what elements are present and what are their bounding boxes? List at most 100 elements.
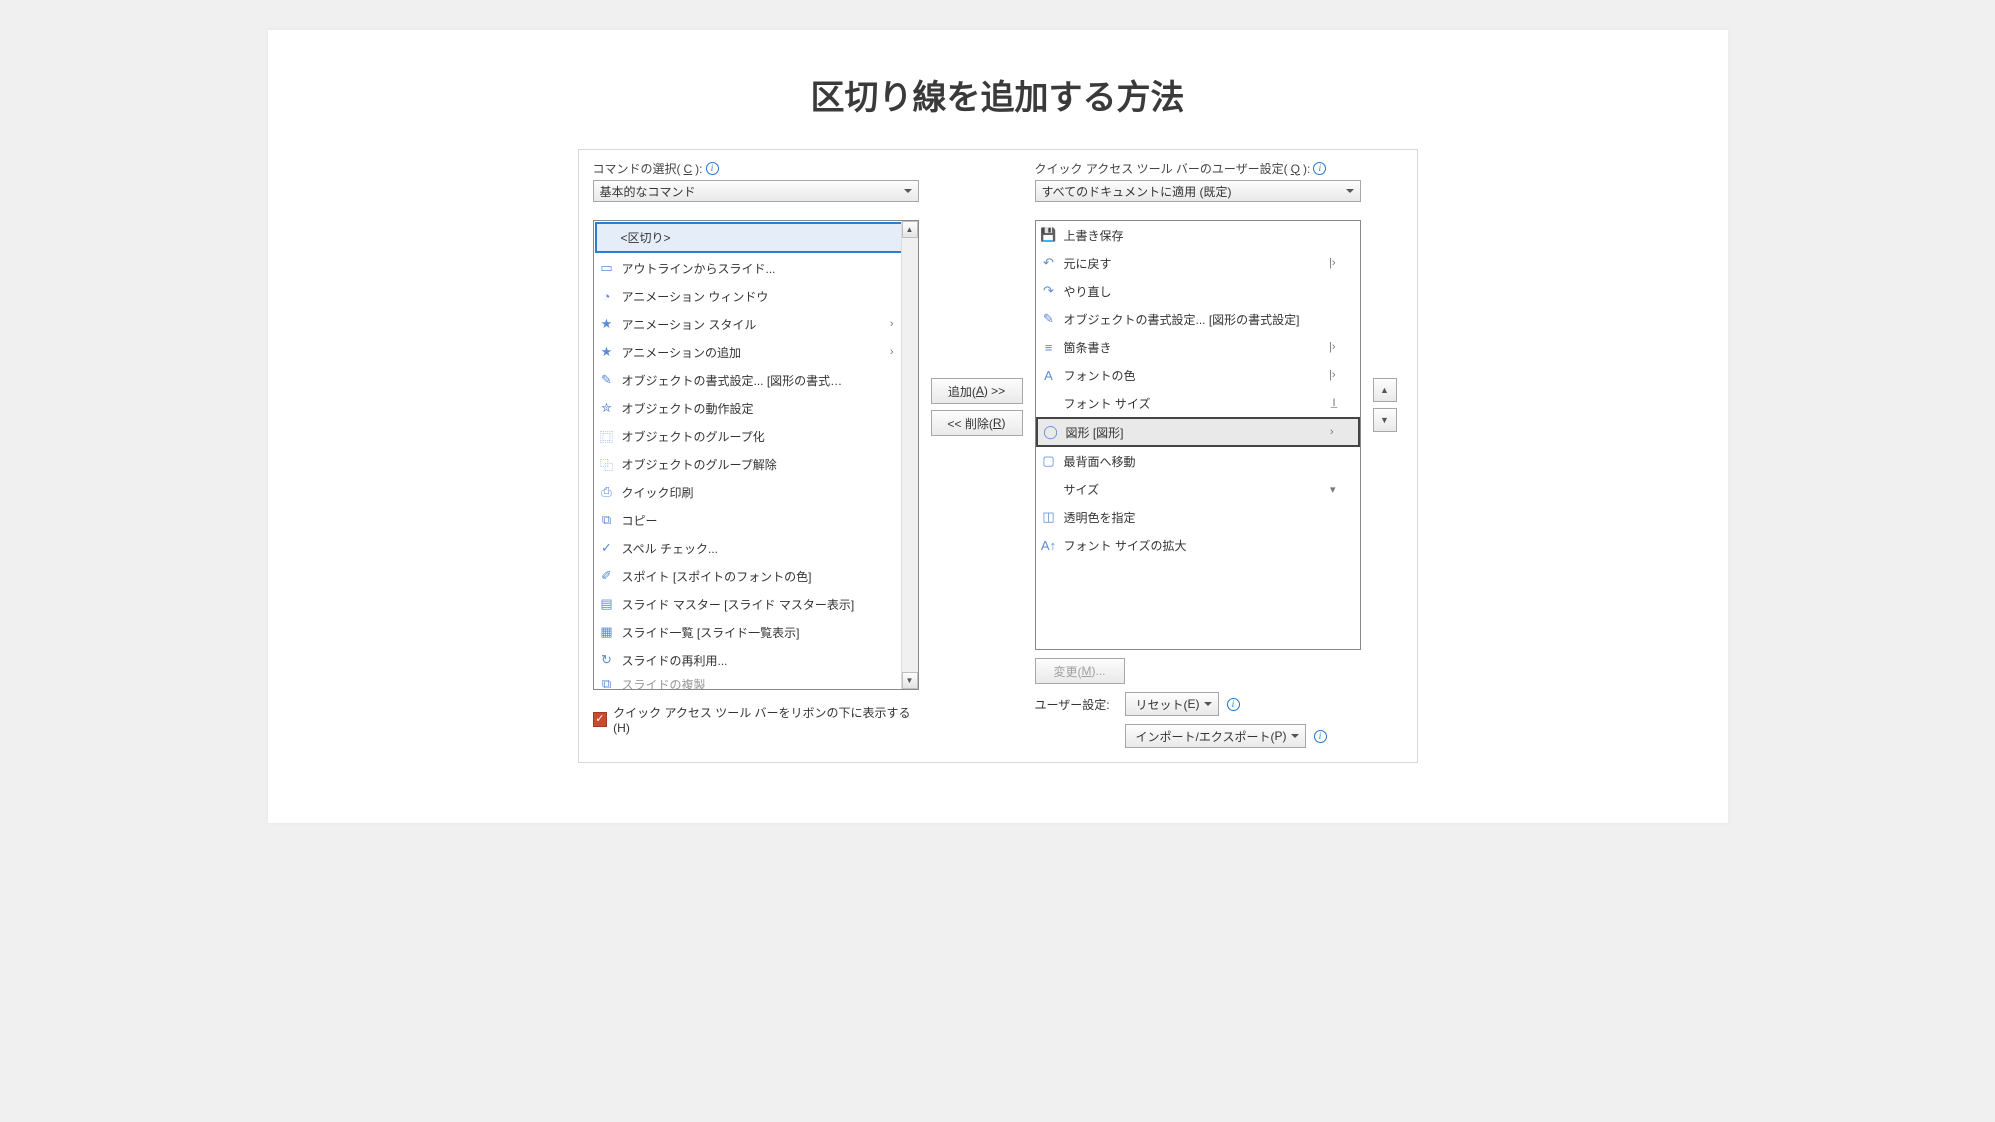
list-item[interactable]: ⧉ スライドの複製: [594, 674, 918, 689]
group-icon: ⿴: [598, 428, 616, 444]
grow-font-icon: A↑: [1040, 537, 1058, 553]
list-item-label: スポイト [スポイトのフォントの色]: [622, 568, 912, 585]
list-item[interactable]: サイズ▾: [1036, 475, 1360, 503]
list-item[interactable]: <区切り>: [595, 222, 917, 253]
list-item[interactable]: ⧉コピー: [594, 506, 918, 534]
reuse-icon: ↻: [598, 652, 616, 668]
add-button[interactable]: 追加(A) >>: [931, 378, 1023, 404]
list-item-label: <区切り>: [621, 229, 909, 246]
list-item-label: スライドの再利用...: [622, 652, 912, 669]
info-icon[interactable]: i: [706, 162, 719, 175]
info-icon[interactable]: i: [1314, 730, 1327, 743]
commands-label: コマンドの選択(C): i: [593, 160, 919, 177]
info-icon[interactable]: i: [1313, 162, 1326, 175]
list-item-label: オブジェクトのグループ解除: [622, 456, 912, 473]
transfer-buttons: 追加(A) >> << 削除(R): [931, 160, 1023, 436]
list-item[interactable]: A↑ フォント サイズの拡大: [1036, 531, 1360, 559]
scroll-up-button[interactable]: ▲: [902, 221, 918, 238]
list-item[interactable]: ★アニメーション スタイル›: [594, 310, 918, 338]
list-item-label: フォント サイズの拡大: [1064, 537, 1354, 554]
list-item-label: スペル チェック...: [622, 540, 912, 557]
list-item[interactable]: ↶元に戻す|›: [1036, 249, 1360, 277]
list-item[interactable]: ✎ オブジェクトの書式設定... [図形の書式…: [594, 366, 918, 394]
show-below-ribbon-checkbox-row[interactable]: ✓ クイック アクセス ツール バーをリボンの下に表示する(H): [593, 704, 919, 735]
list-item-label: フォントの色: [1064, 367, 1323, 384]
commands-column: コマンドの選択(C): i 基本的なコマンド <区切り> ▭ アウトラインからスライ…: [593, 160, 919, 735]
dup-icon: ⧉: [598, 676, 616, 689]
move-up-button[interactable]: ▲: [1373, 378, 1397, 402]
list-item-label: 元に戻す: [1064, 255, 1323, 272]
split-indicator-icon: |›: [1329, 369, 1354, 381]
apply-to-value: すべてのドキュメントに適用 (既定): [1042, 183, 1232, 200]
remove-button[interactable]: << 削除(R): [931, 410, 1023, 436]
list-item-label: 図形 [図形]: [1066, 424, 1324, 441]
list-item-label: スライドの複製: [622, 676, 912, 690]
shapes-icon: ◯: [1042, 424, 1060, 440]
split-indicator-icon: |›: [1329, 257, 1354, 269]
list-item[interactable]: ◯ 図形 [図形] ›: [1036, 417, 1360, 447]
blank-icon: [1040, 481, 1058, 497]
list-item-label: アニメーション スタイル: [622, 316, 884, 333]
list-item-label: スライド一覧 [スライド一覧表示]: [622, 624, 912, 641]
quick-access-column: クイック アクセス ツール バーのユーザー設定(Q): i すべてのドキュメント…: [1035, 160, 1361, 748]
list-item-label: やり直し: [1064, 283, 1354, 300]
list-item[interactable]: ↻ スライドの再利用...: [594, 646, 918, 674]
blank-icon: [1040, 395, 1058, 411]
star-box-icon: ✮: [598, 400, 616, 416]
list-item[interactable]: ▤スライド マスター [スライド マスター表示]: [594, 590, 918, 618]
list-item[interactable]: フォント サイズI̲: [1036, 389, 1360, 417]
list-item-label: 最背面へ移動: [1064, 453, 1354, 470]
quick-access-list[interactable]: 💾上書き保存↶元に戻す|›↷やり直し✎オブジェクトの書式設定... [図形の書式…: [1035, 220, 1361, 650]
list-item-label: アニメーションの追加: [622, 344, 884, 361]
list-item-label: フォント サイズ: [1064, 395, 1327, 412]
submenu-chevron-icon: ›: [1330, 426, 1352, 438]
list-item[interactable]: ✎オブジェクトの書式設定... [図形の書式設定]: [1036, 305, 1360, 333]
list-item[interactable]: ≡箇条書き|›: [1036, 333, 1360, 361]
list-item[interactable]: ⎙クイック印刷: [594, 478, 918, 506]
apply-to-combo[interactable]: すべてのドキュメントに適用 (既定): [1035, 180, 1361, 202]
clock-icon: ◔: [598, 288, 616, 304]
reset-button[interactable]: リセット(E): [1125, 692, 1219, 716]
info-icon[interactable]: i: [1227, 698, 1240, 711]
options-dialog: コマンドの選択(C): i 基本的なコマンド <区切り> ▭ アウトラインからスライ…: [578, 149, 1418, 763]
page-icon: ▭: [598, 260, 616, 276]
printer-icon: ⎙: [598, 484, 616, 500]
list-item[interactable]: 💾上書き保存: [1036, 221, 1360, 249]
list-item[interactable]: ◔アニメーション ウィンドウ: [594, 282, 918, 310]
list-item-label: オブジェクトの書式設定... [図形の書式…: [622, 372, 912, 389]
master-icon: ▤: [598, 596, 616, 612]
list-item[interactable]: ↷ やり直し: [1036, 277, 1360, 305]
list-item[interactable]: ▭ アウトラインからスライド...: [594, 254, 918, 282]
back-icon: ▢: [1040, 453, 1058, 469]
transparent-icon: ◫: [1040, 509, 1058, 525]
list-item[interactable]: ✮ オブジェクトの動作設定: [594, 394, 918, 422]
list-item-label: 透明色を指定: [1064, 509, 1354, 526]
split-indicator-icon: |›: [1329, 341, 1354, 353]
list-item[interactable]: ✐ スポイト [スポイトのフォントの色]: [594, 562, 918, 590]
format-icon: ✎: [598, 372, 616, 388]
eyedropper-icon: ✐: [598, 568, 616, 584]
commands-source-value: 基本的なコマンド: [600, 183, 696, 200]
list-item[interactable]: ◫ 透明色を指定: [1036, 503, 1360, 531]
list-item-label: オブジェクトの動作設定: [622, 400, 912, 417]
list-item-label: アウトラインからスライド...: [622, 260, 912, 277]
scrollbar[interactable]: ▲ ▼: [901, 221, 918, 689]
checkbox-icon[interactable]: ✓: [593, 712, 608, 727]
checkbox-label: クイック アクセス ツール バーをリボンの下に表示する(H): [613, 704, 918, 735]
redo-icon: ↷: [1040, 283, 1058, 299]
commands-source-combo[interactable]: 基本的なコマンド: [593, 180, 919, 202]
list-icon: ≡: [1040, 339, 1058, 355]
list-item[interactable]: ✓スペル チェック...: [594, 534, 918, 562]
list-item[interactable]: ▦スライド一覧 [スライド一覧表示]: [594, 618, 918, 646]
move-down-button[interactable]: ▼: [1373, 408, 1397, 432]
list-item[interactable]: ▢ 最背面へ移動: [1036, 447, 1360, 475]
ungroup-icon: ⿻: [598, 456, 616, 472]
scroll-down-button[interactable]: ▼: [902, 672, 918, 689]
list-item[interactable]: ★アニメーションの追加›: [594, 338, 918, 366]
list-item[interactable]: ⿻オブジェクトのグループ解除: [594, 450, 918, 478]
list-item[interactable]: ⿴オブジェクトのグループ化: [594, 422, 918, 450]
reorder-buttons: ▲ ▼: [1373, 160, 1403, 432]
import-export-button[interactable]: インポート/エクスポート(P): [1125, 724, 1306, 748]
available-commands-list[interactable]: <区切り>▭アウトラインからスライド...◔アニメーション ウィンドウ★アニメー…: [593, 220, 919, 690]
list-item[interactable]: Aフォントの色|›: [1036, 361, 1360, 389]
